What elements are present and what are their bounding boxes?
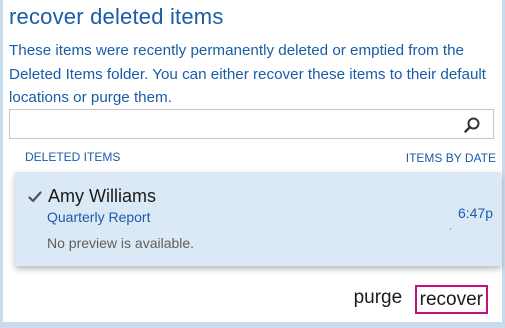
recover-button[interactable]: recover	[414, 285, 488, 314]
deleted-items-label: DELETED ITEMS	[25, 150, 121, 164]
purge-button[interactable]: purge	[354, 285, 405, 309]
search-input[interactable]	[10, 110, 450, 138]
sort-by-date-button[interactable]: ITEMS BY DATE	[406, 151, 496, 165]
recover-deleted-items-dialog: recover deleted items These items were r…	[0, 0, 505, 328]
dialog-title: recover deleted items	[9, 4, 224, 29]
item-preview: No preview is available.	[47, 235, 195, 251]
dialog-description: These items were recently permanently de…	[9, 42, 486, 106]
search-box	[9, 109, 494, 139]
item-sender: Amy Williams	[48, 186, 156, 206]
dialog-actions: purge recover	[354, 285, 488, 314]
divider-mark	[450, 228, 451, 230]
item-time: 6:47p	[457, 205, 493, 221]
list-header: DELETED ITEMS ITEMS BY DATE	[9, 146, 498, 170]
item-subject: Quarterly Report	[47, 209, 151, 225]
list-item[interactable]: Amy Williams Quarterly Report 6:47p No p…	[15, 172, 501, 266]
checkmark-icon	[28, 190, 42, 204]
search-icon[interactable]	[463, 116, 481, 134]
